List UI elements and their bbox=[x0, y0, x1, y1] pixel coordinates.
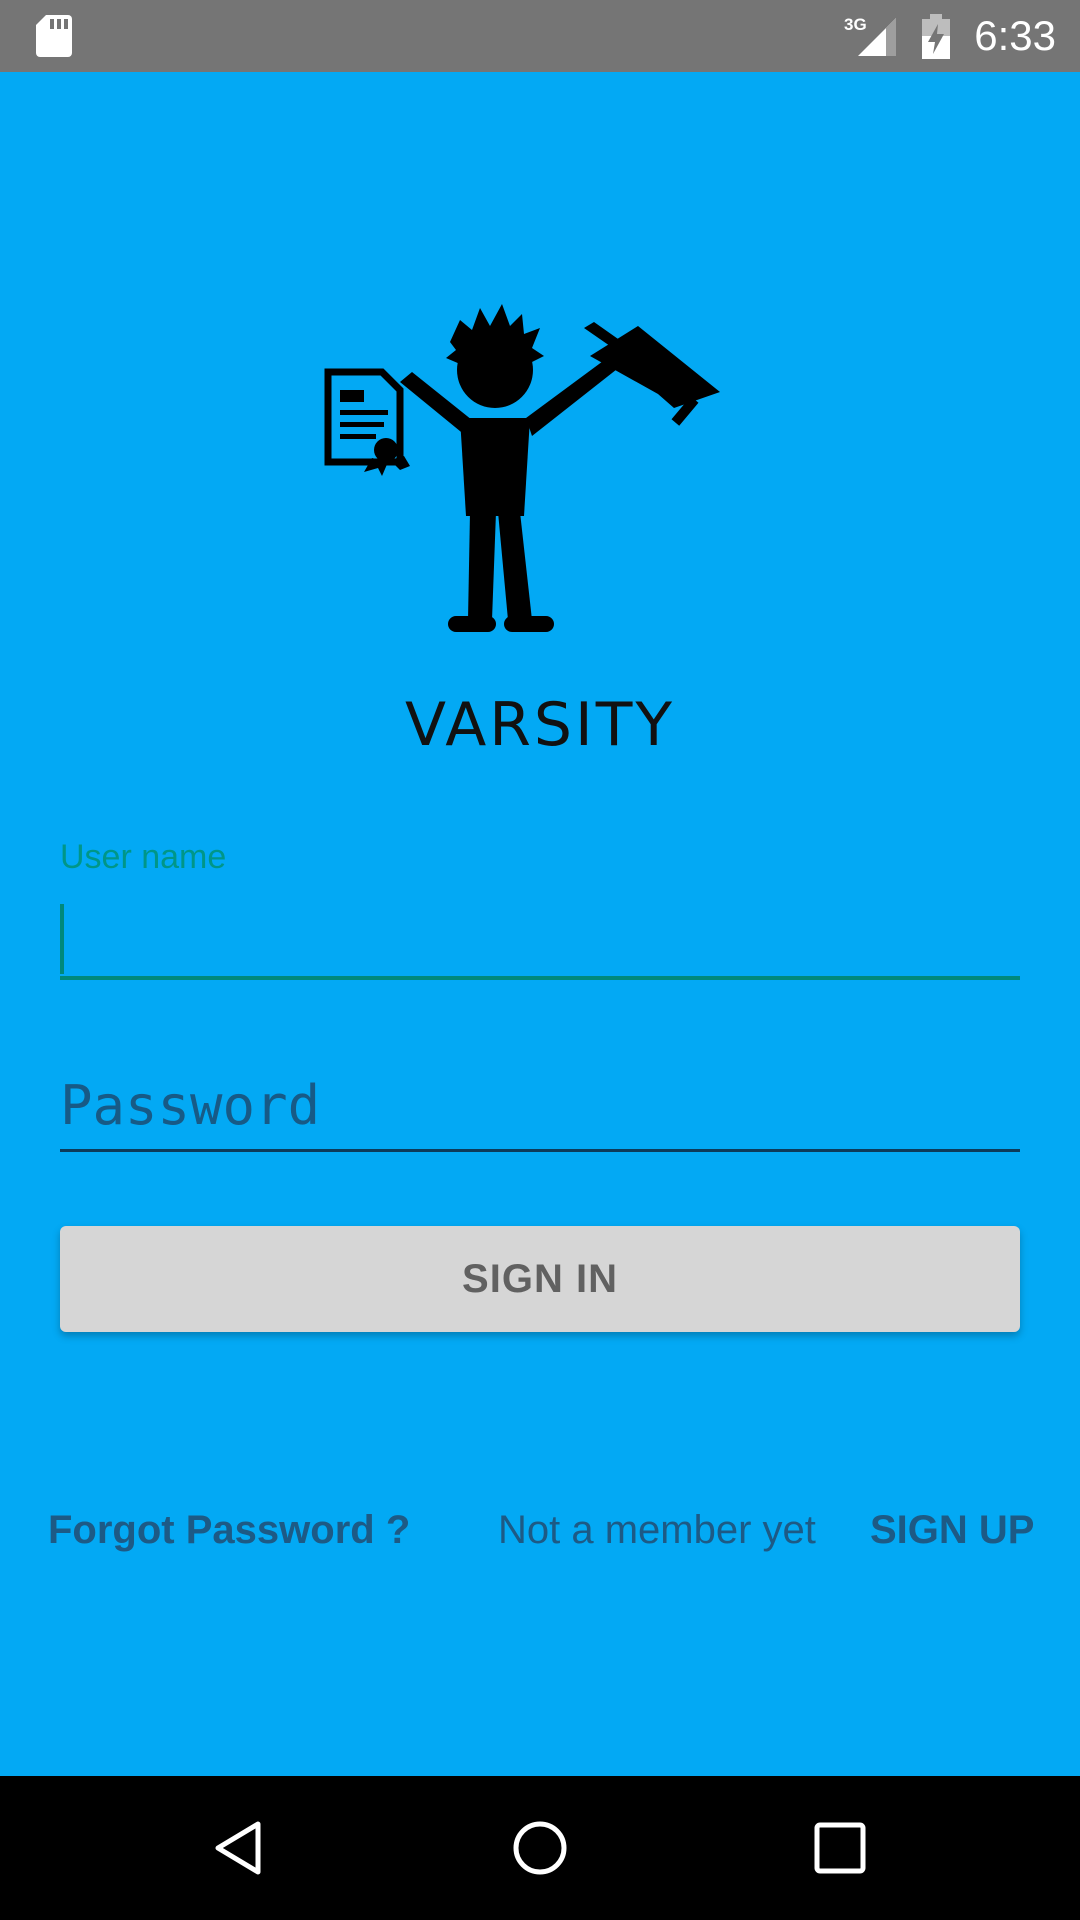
not-member-text: Not a member yet bbox=[498, 1508, 816, 1552]
back-icon[interactable] bbox=[210, 1818, 270, 1878]
home-icon[interactable] bbox=[510, 1818, 570, 1878]
brand-name: VARSITY bbox=[404, 690, 676, 760]
graduate-logo-icon bbox=[324, 304, 720, 632]
battery-charging-icon bbox=[922, 14, 950, 59]
password-input[interactable] bbox=[60, 1062, 1020, 1152]
username-label: User name bbox=[60, 838, 227, 876]
sign-up-link[interactable]: SIGN UP bbox=[870, 1508, 1034, 1553]
sign-in-button[interactable]: SIGN IN bbox=[60, 1226, 1020, 1332]
clock: 6:33 bbox=[974, 12, 1056, 59]
status-bar: 3G 6:33 bbox=[0, 0, 1080, 72]
text-cursor bbox=[60, 904, 64, 974]
navigation-bar bbox=[0, 1776, 1080, 1920]
signal-icon: 3G bbox=[844, 15, 896, 56]
network-type-label: 3G bbox=[844, 15, 867, 34]
sd-card-icon bbox=[36, 15, 72, 57]
diploma-icon bbox=[324, 368, 410, 476]
forgot-password-link[interactable]: Forgot Password ? bbox=[48, 1508, 410, 1553]
recent-apps-icon[interactable] bbox=[812, 1820, 868, 1876]
username-input[interactable] bbox=[60, 900, 1020, 980]
